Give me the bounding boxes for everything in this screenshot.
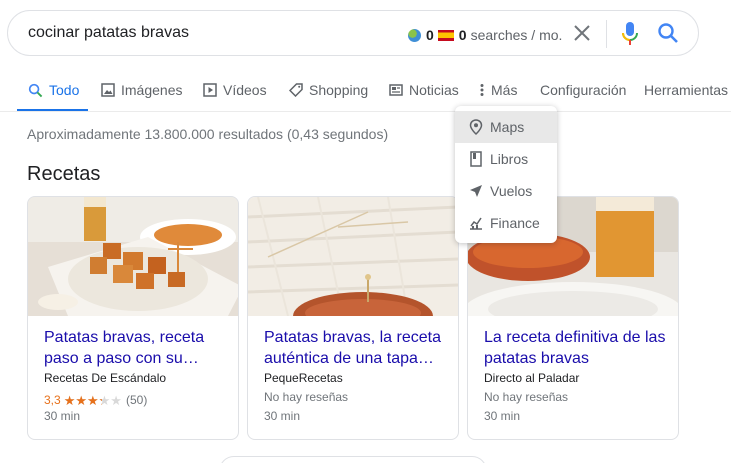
recipe-time: 30 min	[44, 409, 81, 423]
spain-flag-icon	[437, 29, 454, 41]
review-count: (50)	[125, 393, 148, 407]
clear-search-button[interactable]	[570, 21, 594, 45]
star-rating-icon: ★★★★★ ★★★★★	[63, 392, 122, 408]
newspaper-icon	[389, 84, 403, 96]
search-icon	[28, 83, 43, 98]
tab-label: Herramientas	[644, 82, 729, 98]
image-icon	[101, 83, 115, 97]
play-icon	[203, 83, 217, 97]
tab-label: Más	[491, 82, 518, 98]
search-box[interactable]: cocinar patatas bravas 0 0 searches / mo…	[7, 10, 699, 56]
finance-icon	[470, 217, 482, 230]
tab-todo[interactable]: Todo	[17, 74, 88, 112]
result-stats: Aproximadamente 13.800.000 resultados (0…	[27, 126, 389, 142]
close-icon	[574, 25, 590, 41]
search-input[interactable]: cocinar patatas bravas	[28, 24, 189, 42]
local-volume-count: 0	[458, 27, 467, 43]
recipe-time: 30 min	[264, 409, 301, 423]
menu-item-label: Maps	[490, 119, 525, 135]
recipe-title-link[interactable]: La receta definitiva de las patatas brav…	[484, 327, 669, 369]
no-reviews-text: No hay reseñas	[264, 390, 349, 404]
map-pin-icon	[469, 119, 483, 135]
menu-item-label: Finance	[490, 215, 540, 231]
voice-search-button[interactable]	[618, 21, 642, 47]
recipe-card[interactable]: Patatas bravas, receta paso a paso con s…	[27, 196, 239, 440]
recipe-time: 30 min	[484, 409, 521, 423]
tab-label: Shopping	[309, 82, 369, 98]
tab-label: Todo	[49, 82, 80, 98]
tab-imagenes[interactable]: Imágenes	[101, 74, 182, 112]
menu-item-label: Libros	[490, 151, 529, 167]
tab-herramientas[interactable]: Herramientas	[644, 74, 728, 112]
search-tabs: Todo Imágenes Vídeos Shopping Noticias M…	[0, 74, 731, 112]
recipe-card[interactable]: Patatas bravas, la receta auténtica de u…	[247, 196, 459, 440]
global-volume-count: 0	[426, 27, 434, 43]
recipes-heading: Recetas	[27, 163, 101, 185]
recipe-source: Directo al Paladar	[484, 371, 580, 385]
menu-item-finance[interactable]: Finance	[455, 207, 557, 239]
recipe-source: Recetas De Escándalo	[44, 371, 167, 385]
more-menu: Maps Libros Vuelos Finance	[455, 106, 557, 243]
recipe-rating: 3,3 ★★★★★ ★★★★★ (50)	[44, 393, 147, 407]
recipe-title-link[interactable]: Patatas bravas, la receta auténtica de u…	[264, 327, 449, 369]
menu-item-vuelos[interactable]: Vuelos	[455, 175, 557, 207]
tab-label: Noticias	[409, 82, 459, 98]
globe-icon	[408, 28, 421, 42]
recipe-source: PequeRecetas	[264, 371, 343, 385]
rating-value: 3,3	[44, 393, 61, 407]
airplane-icon	[470, 185, 482, 197]
more-vert-icon	[480, 84, 484, 96]
book-icon	[470, 151, 482, 167]
microphone-icon	[622, 22, 638, 45]
tab-shopping[interactable]: Shopping	[289, 74, 368, 112]
no-reviews-text: No hay reseñas	[484, 390, 569, 404]
tab-label: Imágenes	[121, 82, 183, 98]
tab-label: Configuración	[540, 82, 627, 98]
menu-item-libros[interactable]: Libros	[455, 143, 557, 175]
tag-icon	[289, 83, 303, 97]
more-recipes-button[interactable]	[219, 456, 487, 463]
keyword-volume-widget: 0 0 searches / mo.	[408, 27, 562, 43]
tab-videos[interactable]: Vídeos	[203, 74, 267, 112]
search-submit-button[interactable]	[656, 21, 680, 45]
volume-label: searches / mo.	[470, 27, 563, 43]
recipe-thumbnail[interactable]	[248, 197, 458, 316]
recipe-title-link[interactable]: Patatas bravas, receta paso a paso con s…	[44, 327, 229, 369]
tab-noticias[interactable]: Noticias	[389, 74, 459, 112]
menu-item-label: Vuelos	[490, 183, 533, 199]
menu-item-maps[interactable]: Maps	[455, 111, 557, 143]
search-icon	[658, 23, 678, 43]
tab-label: Vídeos	[223, 82, 267, 98]
recipe-thumbnail[interactable]	[28, 197, 238, 316]
tabs-divider	[0, 111, 731, 112]
search-divider	[606, 20, 607, 48]
